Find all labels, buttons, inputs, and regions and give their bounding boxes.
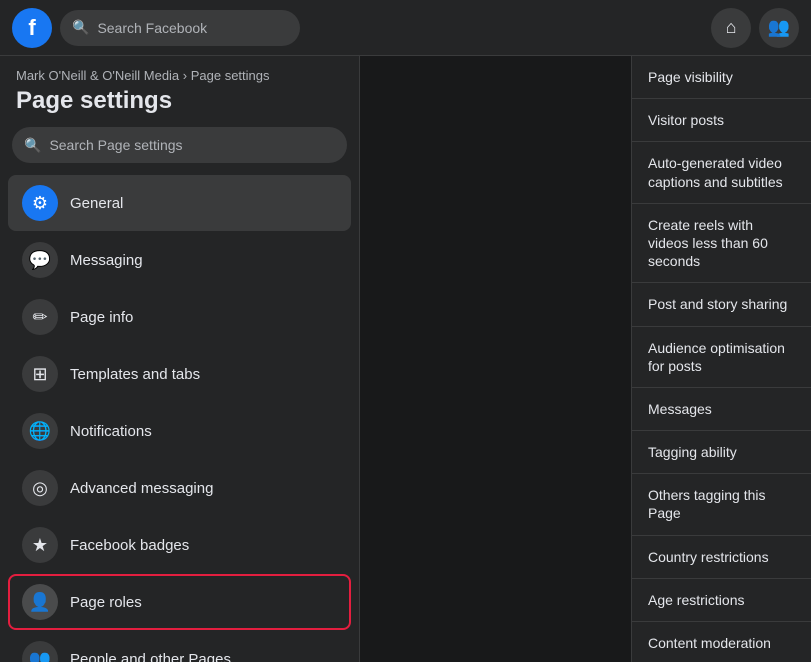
sidebar-item-page-roles[interactable]: 👤 Page roles	[8, 574, 351, 630]
general-icon: ⚙	[22, 185, 58, 221]
people-button[interactable]: 👥	[759, 8, 799, 48]
right-nav-visitor-posts[interactable]: Visitor posts	[632, 99, 811, 142]
search-placeholder-text: Search Facebook	[97, 20, 207, 36]
advanced-messaging-icon: ◎	[22, 470, 58, 506]
home-icon: ⌂	[726, 17, 737, 38]
home-button[interactable]: ⌂	[711, 8, 751, 48]
right-nav-auto-generated-video[interactable]: Auto-generated video captions and subtit…	[632, 142, 811, 203]
right-nav-audience-optimisation[interactable]: Audience optimisation for posts	[632, 327, 811, 388]
page-roles-icon: 👤	[22, 584, 58, 620]
sidebar-item-label-templates-tabs: Templates and tabs	[70, 366, 200, 383]
people-other-pages-icon: 👥	[22, 641, 58, 662]
page-info-icon: ✏	[22, 299, 58, 335]
people-icon: 👥	[768, 17, 790, 38]
settings-search-placeholder: Search Page settings	[49, 137, 182, 153]
sidebar-item-people-other-pages[interactable]: 👥 People and other Pages	[8, 631, 351, 662]
notifications-icon: 🌐	[22, 413, 58, 449]
left-sidebar: Mark O'Neill & O'Neill Media › Page sett…	[0, 56, 360, 662]
right-nav-post-story-sharing[interactable]: Post and story sharing	[632, 283, 811, 326]
right-nav-content-moderation[interactable]: Content moderation	[632, 622, 811, 662]
right-nav-messages[interactable]: Messages	[632, 388, 811, 431]
sidebar-item-general[interactable]: ⚙ General	[8, 175, 351, 231]
messaging-icon: 💬	[22, 242, 58, 278]
right-nav-create-reels[interactable]: Create reels with videos less than 60 se…	[632, 204, 811, 284]
sidebar-item-advanced-messaging[interactable]: ◎ Advanced messaging	[8, 460, 351, 516]
sidebar-item-label-messaging: Messaging	[70, 252, 143, 269]
main-layout: Mark O'Neill & O'Neill Media › Page sett…	[0, 56, 811, 662]
sidebar-item-notifications[interactable]: 🌐 Notifications	[8, 403, 351, 459]
sidebar-item-messaging[interactable]: 💬 Messaging	[8, 232, 351, 288]
global-search[interactable]: 🔍 Search Facebook	[60, 10, 300, 46]
sidebar-item-label-people-other-pages: People and other Pages	[70, 651, 231, 662]
sidebar-item-page-info[interactable]: ✏ Page info	[8, 289, 351, 345]
right-sidebar: Page visibilityVisitor postsAuto-generat…	[631, 56, 811, 662]
sidebar-item-label-notifications: Notifications	[70, 423, 152, 440]
settings-search-bar[interactable]: 🔍 Search Page settings	[12, 127, 347, 163]
sidebar-item-label-page-info: Page info	[70, 309, 133, 326]
facebook-badges-icon: ★	[22, 527, 58, 563]
search-icon: 🔍	[72, 19, 89, 36]
templates-tabs-icon: ⊞	[22, 356, 58, 392]
right-nav-age-restrictions[interactable]: Age restrictions	[632, 579, 811, 622]
page-title: Page settings	[0, 85, 359, 127]
sidebar-item-label-general: General	[70, 195, 123, 212]
center-content	[360, 56, 631, 662]
sidebar-item-facebook-badges[interactable]: ★ Facebook badges	[8, 517, 351, 573]
right-nav-tagging-ability[interactable]: Tagging ability	[632, 431, 811, 474]
topbar-icons: ⌂ 👥	[711, 8, 799, 48]
right-nav-page-visibility[interactable]: Page visibility	[632, 56, 811, 99]
right-nav-country-restrictions[interactable]: Country restrictions	[632, 536, 811, 579]
right-nav-list: Page visibilityVisitor postsAuto-generat…	[632, 56, 811, 662]
right-nav-others-tagging[interactable]: Others tagging this Page	[632, 474, 811, 535]
sidebar-item-label-advanced-messaging: Advanced messaging	[70, 480, 213, 497]
settings-search-icon: 🔍	[24, 137, 41, 154]
sidebar-item-templates-tabs[interactable]: ⊞ Templates and tabs	[8, 346, 351, 402]
facebook-logo[interactable]: f	[12, 8, 52, 48]
sidebar-item-label-facebook-badges: Facebook badges	[70, 537, 189, 554]
breadcrumb: Mark O'Neill & O'Neill Media › Page sett…	[0, 56, 359, 85]
nav-items-list: ⚙ General 💬 Messaging ✏ Page info ⊞ Templates a…	[0, 175, 359, 662]
sidebar-item-label-page-roles: Page roles	[70, 594, 142, 611]
topbar: f 🔍 Search Facebook ⌂ 👥	[0, 0, 811, 56]
